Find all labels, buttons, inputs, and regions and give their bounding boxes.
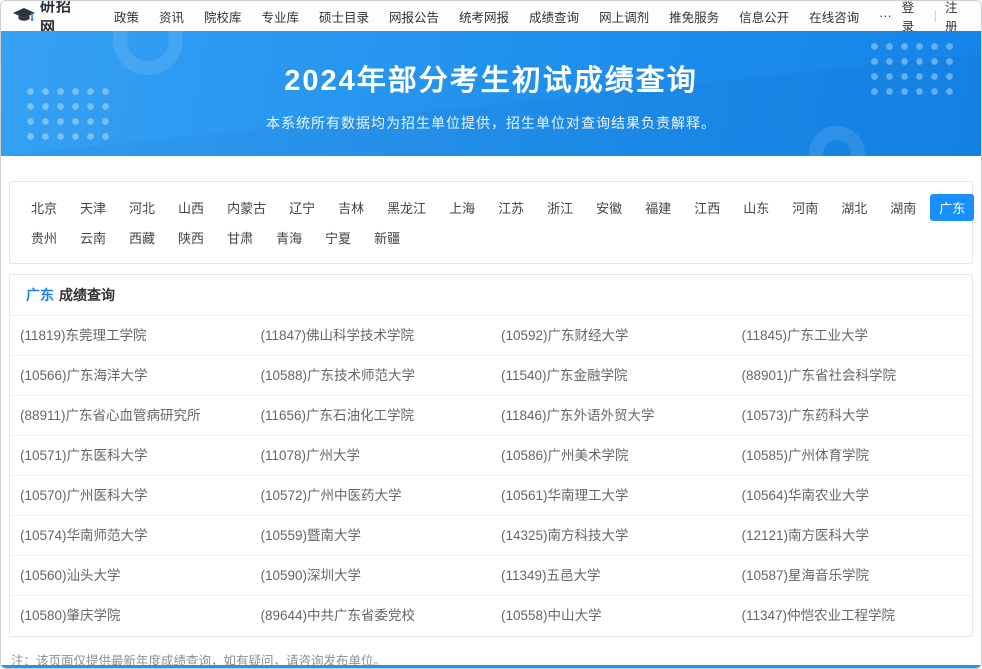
province-tab-湖北[interactable]: 湖北 bbox=[832, 194, 876, 221]
university-link-10573[interactable]: (10573)广东药科大学 bbox=[732, 396, 973, 436]
university-link-11347[interactable]: (11347)仲恺农业工程学院 bbox=[732, 596, 973, 636]
banner: 2024年部分考生初试成绩查询 本系统所有数据均为招生单位提供，招生单位对查询结… bbox=[1, 31, 981, 156]
university-grid: (11819)东莞理工学院(11847)佛山科学技术学院(10592)广东财经大… bbox=[10, 316, 972, 636]
page: 研招网 政策资讯院校库专业库硕士目录网报公告统考网报成绩查询网上调剂推免服务信息… bbox=[0, 0, 982, 669]
university-link-10566[interactable]: (10566)广东海洋大学 bbox=[10, 356, 251, 396]
university-link-10590[interactable]: (10590)深圳大学 bbox=[251, 556, 492, 596]
province-tab-浙江[interactable]: 浙江 bbox=[538, 194, 582, 221]
province-tab-甘肃[interactable]: 甘肃 bbox=[218, 224, 262, 251]
university-link-10564[interactable]: (10564)华南农业大学 bbox=[732, 476, 973, 516]
province-selector: 北京天津河北山西内蒙古辽宁吉林黑龙江上海江苏浙江安徽福建江西山东河南湖北湖南广东… bbox=[9, 181, 973, 264]
university-link-10580[interactable]: (10580)肇庆学院 bbox=[10, 596, 251, 636]
province-tab-宁夏[interactable]: 宁夏 bbox=[316, 224, 360, 251]
university-link-11540[interactable]: (11540)广东金融学院 bbox=[491, 356, 732, 396]
province-tab-山东[interactable]: 山东 bbox=[734, 194, 778, 221]
university-link-10585[interactable]: (10585)广州体育学院 bbox=[732, 436, 973, 476]
province-tab-江苏[interactable]: 江苏 bbox=[489, 194, 533, 221]
university-link-10572[interactable]: (10572)广州中医药大学 bbox=[251, 476, 492, 516]
page-title: 2024年部分考生初试成绩查询 bbox=[284, 57, 698, 99]
province-tab-天津[interactable]: 天津 bbox=[71, 194, 115, 221]
university-link-10561[interactable]: (10561)华南理工大学 bbox=[491, 476, 732, 516]
university-link-11078[interactable]: (11078)广州大学 bbox=[251, 436, 492, 476]
university-link-88911[interactable]: (88911)广东省心血管病研究所 bbox=[10, 396, 251, 436]
nav-item-7[interactable]: 成绩查询 bbox=[529, 7, 579, 26]
university-link-89644[interactable]: (89644)中共广东省委党校 bbox=[251, 596, 492, 636]
results-header: 广东成绩查询 bbox=[10, 275, 972, 316]
dot-grid-decoration-right bbox=[867, 39, 959, 101]
university-link-11845[interactable]: (11845)广东工业大学 bbox=[732, 316, 973, 356]
nav-item-8[interactable]: 网上调剂 bbox=[599, 7, 649, 26]
province-tab-吉林[interactable]: 吉林 bbox=[329, 194, 373, 221]
nav-item-9[interactable]: 推免服务 bbox=[669, 7, 719, 26]
province-tab-福建[interactable]: 福建 bbox=[636, 194, 680, 221]
nav-item-5[interactable]: 网报公告 bbox=[389, 7, 439, 26]
province-tab-内蒙古[interactable]: 内蒙古 bbox=[218, 194, 275, 221]
university-link-10559[interactable]: (10559)暨南大学 bbox=[251, 516, 492, 556]
province-tab-云南[interactable]: 云南 bbox=[71, 224, 115, 251]
university-link-10571[interactable]: (10571)广东医科大学 bbox=[10, 436, 251, 476]
nav-item-11[interactable]: 在线咨询 bbox=[809, 7, 859, 26]
nav-item-4[interactable]: 硕士目录 bbox=[319, 7, 369, 26]
province-tab-新疆[interactable]: 新疆 bbox=[365, 224, 409, 251]
ring-decoration-top bbox=[113, 31, 183, 75]
university-link-10560[interactable]: (10560)汕头大学 bbox=[10, 556, 251, 596]
province-tab-广东[interactable]: 广东 bbox=[930, 194, 974, 221]
province-tab-山西[interactable]: 山西 bbox=[169, 194, 213, 221]
university-link-10592[interactable]: (10592)广东财经大学 bbox=[491, 316, 732, 356]
nav-item-3[interactable]: 专业库 bbox=[261, 7, 299, 26]
login-link[interactable]: 登录 bbox=[902, 0, 926, 35]
page-subtitle: 本系统所有数据均为招生单位提供，招生单位对查询结果负责解释。 bbox=[266, 113, 716, 133]
university-link-11349[interactable]: (11349)五邑大学 bbox=[491, 556, 732, 596]
university-link-10586[interactable]: (10586)广州美术学院 bbox=[491, 436, 732, 476]
university-link-10558[interactable]: (10558)中山大学 bbox=[491, 596, 732, 636]
province-row-1: 贵州云南西藏陕西甘肃青海宁夏新疆 bbox=[22, 224, 960, 251]
graduation-cap-icon bbox=[13, 8, 35, 24]
province-tab-湖南[interactable]: 湖南 bbox=[881, 194, 925, 221]
selected-province-label: 广东 bbox=[26, 287, 54, 303]
register-link[interactable]: 注册 bbox=[945, 0, 969, 35]
province-row-0: 北京天津河北山西内蒙古辽宁吉林黑龙江上海江苏浙江安徽福建江西山东河南湖北湖南广东… bbox=[22, 194, 960, 221]
nav-more[interactable]: ··· bbox=[879, 9, 892, 23]
university-link-14325[interactable]: (14325)南方科技大学 bbox=[491, 516, 732, 556]
nav-item-6[interactable]: 统考网报 bbox=[459, 7, 509, 26]
university-link-11656[interactable]: (11656)广东石油化工学院 bbox=[251, 396, 492, 436]
university-link-12121[interactable]: (12121)南方医科大学 bbox=[732, 516, 973, 556]
province-tab-北京[interactable]: 北京 bbox=[22, 194, 66, 221]
bottom-accent-bar bbox=[1, 665, 981, 668]
nav-item-2[interactable]: 院校库 bbox=[204, 7, 242, 26]
university-link-10570[interactable]: (10570)广州医科大学 bbox=[10, 476, 251, 516]
top-nav: 研招网 政策资讯院校库专业库硕士目录网报公告统考网报成绩查询网上调剂推免服务信息… bbox=[1, 1, 981, 31]
province-tab-青海[interactable]: 青海 bbox=[267, 224, 311, 251]
province-tab-江西[interactable]: 江西 bbox=[685, 194, 729, 221]
university-link-88901[interactable]: (88901)广东省社会科学院 bbox=[732, 356, 973, 396]
university-link-10587[interactable]: (10587)星海音乐学院 bbox=[732, 556, 973, 596]
university-link-11846[interactable]: (11846)广东外语外贸大学 bbox=[491, 396, 732, 436]
nav-menu: 政策 资讯 院校库专业库 硕士目录 网报公告 统考网报 成绩查询 网上调剂 推免服务 信息公开 在线… bbox=[104, 7, 902, 26]
province-tab-贵州[interactable]: 贵州 bbox=[22, 224, 66, 251]
province-tab-安徽[interactable]: 安徽 bbox=[587, 194, 631, 221]
province-tab-西藏[interactable]: 西藏 bbox=[120, 224, 164, 251]
university-link-10574[interactable]: (10574)华南师范大学 bbox=[10, 516, 251, 556]
province-tab-辽宁[interactable]: 辽宁 bbox=[280, 194, 324, 221]
nav-item-0[interactable]: 政策 bbox=[114, 7, 139, 26]
province-tab-黑龙江[interactable]: 黑龙江 bbox=[378, 194, 435, 221]
auth-divider: | bbox=[934, 9, 937, 23]
university-link-10588[interactable]: (10588)广东技术师范大学 bbox=[251, 356, 492, 396]
nav-item-1[interactable]: 资讯 bbox=[159, 7, 184, 26]
results-panel: 广东成绩查询 (11819)东莞理工学院(11847)佛山科学技术学院(1059… bbox=[9, 274, 973, 637]
section-title: 成绩查询 bbox=[59, 287, 115, 303]
province-tab-上海[interactable]: 上海 bbox=[440, 194, 484, 221]
nav-item-10[interactable]: 信息公开 bbox=[739, 7, 789, 26]
province-tab-陕西[interactable]: 陕西 bbox=[169, 224, 213, 251]
university-link-11819[interactable]: (11819)东莞理工学院 bbox=[10, 316, 251, 356]
university-link-11847[interactable]: (11847)佛山科学技术学院 bbox=[251, 316, 492, 356]
province-tab-河南[interactable]: 河南 bbox=[783, 194, 827, 221]
nav-auth: 登录 | 注册 bbox=[902, 0, 969, 35]
dot-grid-decoration-left bbox=[23, 84, 115, 146]
province-tab-河北[interactable]: 河北 bbox=[120, 194, 164, 221]
